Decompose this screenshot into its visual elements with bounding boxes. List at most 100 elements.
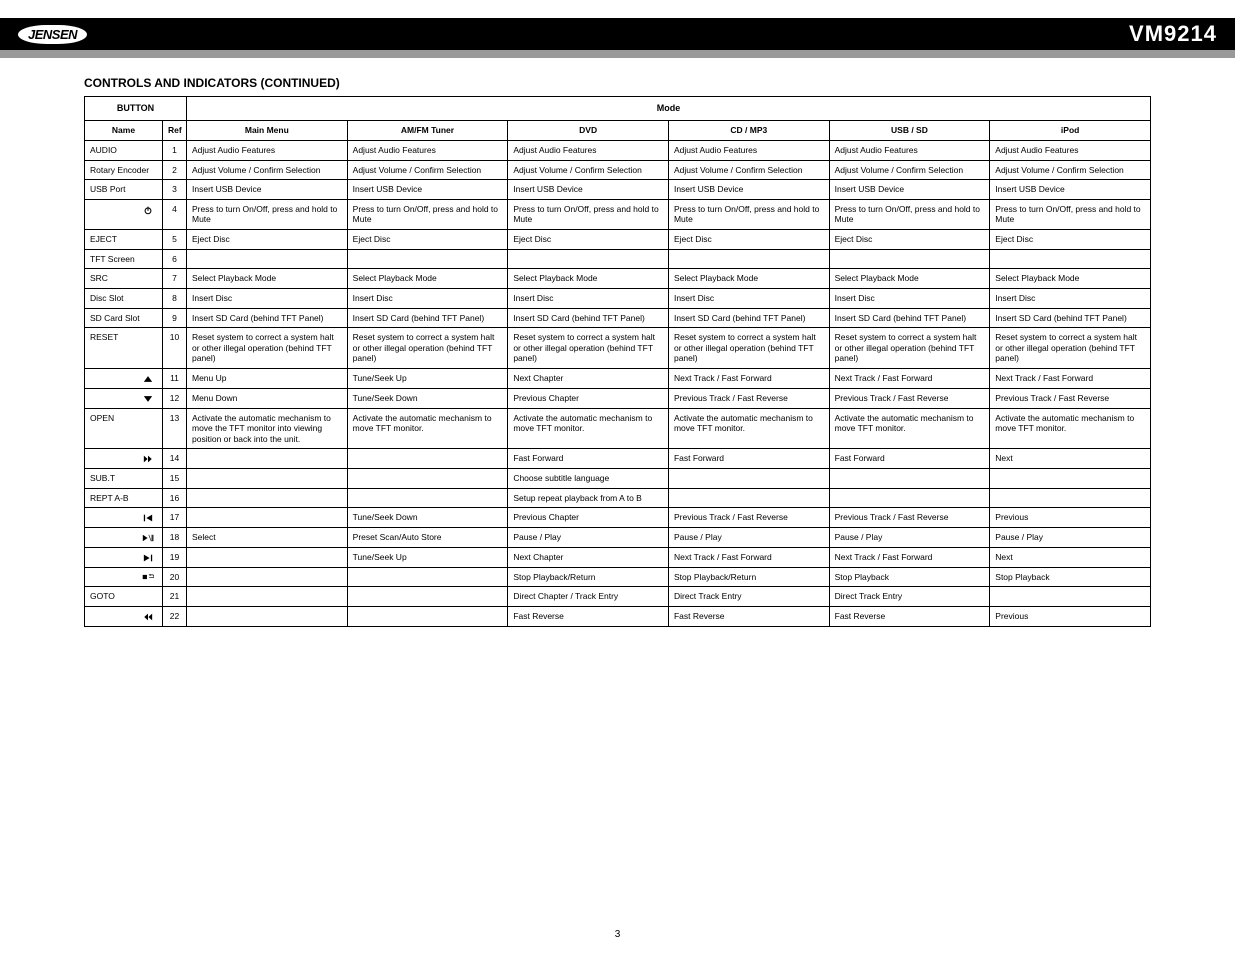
mode-cell: Next Track / Fast Forward [990,369,1151,389]
mode-cell: Select Playback Mode [347,269,508,289]
mode-cell: Press to turn On/Off, press and hold to … [187,199,348,229]
ref-cell: 3 [163,180,187,200]
mode-cell: Press to turn On/Off, press and hold to … [508,199,669,229]
mode-cell: Direct Chapter / Track Entry [508,587,669,607]
mode-cell: Insert SD Card (behind TFT Panel) [508,308,669,328]
mode-cell: Insert USB Device [187,180,348,200]
mode-cell: Stop Playback/Return [508,567,669,587]
mode-cell: Insert Disc [829,288,990,308]
mode-cell: Previous Chapter [508,508,669,528]
mode-cell [187,488,348,508]
ref-cell: 5 [163,230,187,250]
mode-cell: Eject Disc [829,230,990,250]
mode-cell: Stop Playback/Return [668,567,829,587]
mode-cell: Next Chapter [508,547,669,567]
col-mainmenu: Main Menu [187,121,348,141]
previous-track-icon [142,513,154,523]
mode-cell: Previous [990,508,1151,528]
mode-cell: Next Track / Fast Forward [829,369,990,389]
ref-cell: 18 [163,528,187,548]
ref-cell: 4 [163,199,187,229]
ref-cell: 1 [163,140,187,160]
mode-cell: Tune/Seek Up [347,547,508,567]
mode-cell: Insert USB Device [347,180,508,200]
mode-cell [187,249,348,269]
brand-logo: JENSEN [18,25,87,44]
button-name-cell: RESET [85,328,163,369]
controls-table: BUTTON Mode Name Ref Main Menu AM/FM Tun… [84,96,1151,627]
mode-cell: Insert USB Device [668,180,829,200]
mode-cell [990,469,1151,489]
mode-cell: Reset system to correct a system halt or… [347,328,508,369]
mode-cell: Adjust Volume / Confirm Selection [347,160,508,180]
table-row: REPT A-B16Setup repeat playback from A t… [85,488,1151,508]
mode-cell: Select Playback Mode [990,269,1151,289]
table-row: GOTO21Direct Chapter / Track EntryDirect… [85,587,1151,607]
mode-cell: Next Chapter [508,369,669,389]
table-row: EJECT5Eject DiscEject DiscEject DiscEjec… [85,230,1151,250]
mode-cell: Reset system to correct a system halt or… [187,328,348,369]
mode-cell: Adjust Volume / Confirm Selection [829,160,990,180]
mode-cell: Press to turn On/Off, press and hold to … [990,199,1151,229]
section-title: CONTROLS AND INDICATORS (CONTINUED) [84,76,1151,90]
mode-cell: Eject Disc [347,230,508,250]
mode-cell: Previous Track / Fast Reverse [668,508,829,528]
mode-cell: Tune/Seek Down [347,508,508,528]
mode-cell: Insert Disc [347,288,508,308]
mode-cell: Activate the automatic mechanism to move… [668,408,829,449]
mode-cell: Previous Track / Fast Reverse [829,508,990,528]
mode-cell: Eject Disc [990,230,1151,250]
mode-cell: Select Playback Mode [668,269,829,289]
table-row: Disc Slot8Insert DiscInsert DiscInsert D… [85,288,1151,308]
mode-cell [829,249,990,269]
mode-cell: Previous Track / Fast Reverse [829,388,990,408]
button-name-cell: REPT A-B [85,488,163,508]
button-name-cell [85,369,163,389]
col-usbsd: USB / SD [829,121,990,141]
mode-cell: Select [187,528,348,548]
mode-cell: Press to turn On/Off, press and hold to … [829,199,990,229]
ref-cell: 17 [163,508,187,528]
mode-cell [990,249,1151,269]
mode-cell [668,249,829,269]
table-row: SRC7Select Playback ModeSelect Playback … [85,269,1151,289]
mode-cell: Pause / Play [990,528,1151,548]
col-cdmp3: CD / MP3 [668,121,829,141]
ref-cell: 9 [163,308,187,328]
table-row: USB Port3Insert USB DeviceInsert USB Dev… [85,180,1151,200]
table-row: Rotary Encoder2Adjust Volume / Confirm S… [85,160,1151,180]
table-row: 20Stop Playback/ReturnStop Playback/Retu… [85,567,1151,587]
mode-cell: Insert SD Card (behind TFT Panel) [347,308,508,328]
mode-cell: Insert Disc [187,288,348,308]
mode-cell: Insert Disc [668,288,829,308]
mode-cell: Activate the automatic mechanism to move… [187,408,348,449]
group-header-button: BUTTON [85,97,187,121]
next-track-icon [142,553,154,563]
mode-cell: Next Track / Fast Forward [668,547,829,567]
stop-return-icon [142,572,154,582]
mode-cell: Fast Reverse [829,607,990,627]
mode-cell: Insert SD Card (behind TFT Panel) [668,308,829,328]
mode-cell [990,587,1151,607]
button-name-cell: TFT Screen [85,249,163,269]
table-row: 4Press to turn On/Off, press and hold to… [85,199,1151,229]
mode-cell: Adjust Audio Features [347,140,508,160]
mode-cell: Reset system to correct a system halt or… [668,328,829,369]
mode-cell: Insert SD Card (behind TFT Panel) [829,308,990,328]
mode-cell [347,449,508,469]
mode-cell: Setup repeat playback from A to B [508,488,669,508]
mode-cell: Next Track / Fast Forward [829,547,990,567]
mode-cell: Choose subtitle language [508,469,669,489]
table-row: OPEN13Activate the automatic mechanism t… [85,408,1151,449]
button-name-cell: AUDIO [85,140,163,160]
ref-cell: 7 [163,269,187,289]
mode-cell: Select Playback Mode [508,269,669,289]
button-name-cell [85,607,163,627]
ref-cell: 21 [163,587,187,607]
mode-cell: Select Playback Mode [829,269,990,289]
mode-cell: Select Playback Mode [187,269,348,289]
fast-reverse-icon [142,612,154,622]
mode-cell [990,488,1151,508]
mode-cell: Direct Track Entry [668,587,829,607]
mode-cell: Eject Disc [187,230,348,250]
